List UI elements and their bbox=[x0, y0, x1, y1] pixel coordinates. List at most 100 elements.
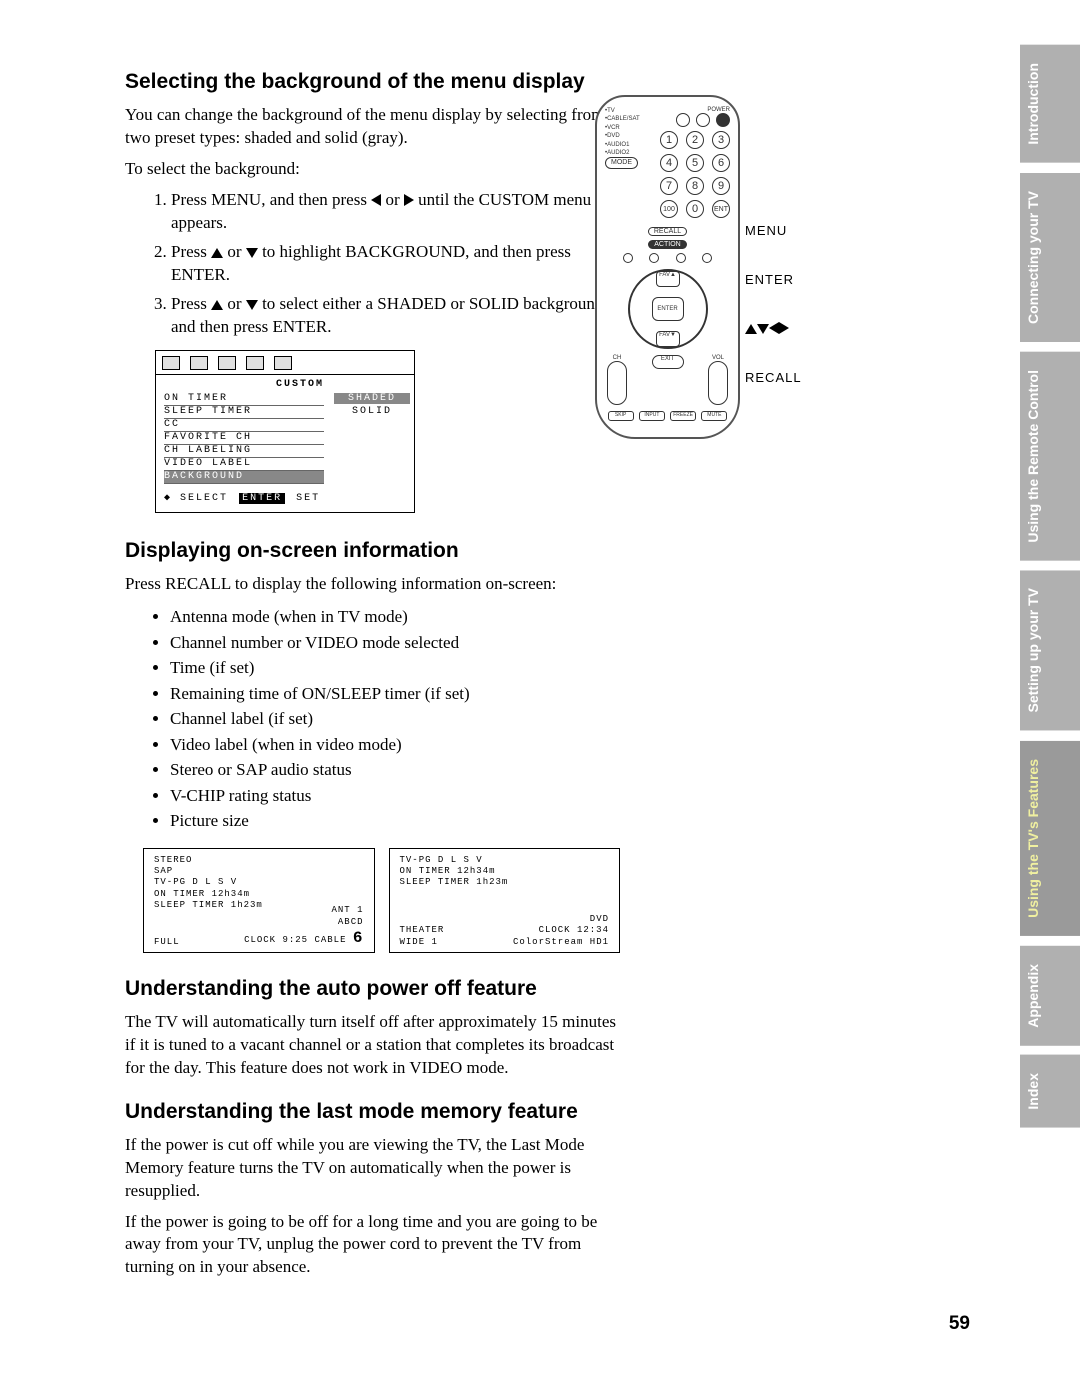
info-bullet: V-CHIP rating status bbox=[170, 783, 620, 809]
vol-rocker-icon bbox=[708, 361, 728, 405]
light-button-icon bbox=[676, 113, 690, 127]
osd-title: CUSTOM bbox=[164, 379, 324, 390]
info-bullet: Picture size bbox=[170, 808, 620, 834]
arrow-right-icon bbox=[779, 322, 789, 334]
osd-option: SHADED bbox=[334, 393, 410, 404]
small-btn-icon bbox=[649, 253, 659, 263]
osd-tab-icon bbox=[246, 356, 264, 370]
digit-8: 8 bbox=[686, 177, 704, 195]
arrow-down-icon bbox=[246, 300, 258, 310]
osd-item: ON TIMER bbox=[164, 393, 324, 406]
ch-rocker-icon bbox=[607, 361, 627, 405]
arrow-left-icon bbox=[769, 322, 779, 334]
info-screen-tv: STEREO SAP TV-PG D L S V ON TIMER 12h34m… bbox=[143, 848, 375, 953]
info-bullet: Video label (when in video mode) bbox=[170, 732, 620, 758]
fav-down: FAV▼ bbox=[656, 331, 680, 347]
remote-illustration: •TV •CABLE/SAT •VCR •DVD •AUDIO1 •AUDIO2… bbox=[595, 95, 835, 439]
tab-remote: Using the Remote Control bbox=[1020, 352, 1080, 561]
info-bullet: Stereo or SAP audio status bbox=[170, 757, 620, 783]
page-number: 59 bbox=[949, 1313, 970, 1335]
heading-autopower: Understanding the auto power off feature bbox=[125, 977, 620, 1001]
sleep-button-icon bbox=[696, 113, 710, 127]
osd-item-selected: BACKGROUND bbox=[164, 471, 324, 484]
section-onscreen-info: Displaying on-screen information Press R… bbox=[125, 539, 620, 952]
osd-option: SOLID bbox=[334, 406, 410, 417]
small-btn-icon bbox=[702, 253, 712, 263]
digit-0: 0 bbox=[686, 200, 704, 218]
tab-index: Index bbox=[1020, 1055, 1080, 1128]
osd-enter-badge: ENTER bbox=[239, 493, 285, 504]
lastmode-p1: If the power is cut off while you are vi… bbox=[125, 1134, 620, 1203]
power-button-icon bbox=[716, 113, 730, 127]
info-lead: Press RECALL to display the following in… bbox=[125, 573, 620, 596]
tab-appendix: Appendix bbox=[1020, 946, 1080, 1046]
bg-step-1: Press MENU, and then press or until the … bbox=[171, 189, 620, 235]
osd-item: SLEEP TIMER bbox=[164, 406, 324, 419]
osd-tab-icon bbox=[218, 356, 236, 370]
digit-2: 2 bbox=[686, 131, 704, 149]
autopower-body: The TV will automatically turn itself of… bbox=[125, 1011, 620, 1080]
bg-step-2: Press or to highlight BACKGROUND, and th… bbox=[171, 241, 620, 287]
callout-recall: RECALL bbox=[745, 370, 802, 385]
heading-info: Displaying on-screen information bbox=[125, 539, 620, 563]
osd-tab-icon bbox=[274, 356, 292, 370]
osd-tab-icon bbox=[162, 356, 180, 370]
callout-menu: MENU bbox=[745, 223, 802, 238]
remote-sources: •TV •CABLE/SAT •VCR •DVD •AUDIO1 •AUDIO2… bbox=[605, 107, 640, 223]
tab-introduction: Introduction bbox=[1020, 45, 1080, 163]
remote-callouts: MENU ENTER RECALL bbox=[745, 223, 802, 385]
info-screen-video: TV-PG D L S V ON TIMER 12h34m SLEEP TIME… bbox=[389, 848, 621, 953]
digit-9: 9 bbox=[712, 177, 730, 195]
info-bullet: Channel number or VIDEO mode selected bbox=[170, 630, 620, 656]
digit-5: 5 bbox=[686, 154, 704, 172]
digit-7: 7 bbox=[660, 177, 678, 195]
nav-pad: FAV▲ ENTER FAV▼ bbox=[628, 269, 708, 349]
info-bullet: Remaining time of ON/SLEEP timer (if set… bbox=[170, 681, 620, 707]
digit-6: 6 bbox=[712, 154, 730, 172]
mode-button: MODE bbox=[605, 157, 638, 169]
section-auto-power-off: Understanding the auto power off feature… bbox=[125, 977, 620, 1080]
arrow-left-icon bbox=[371, 194, 381, 206]
osd-custom-menu: CUSTOM ON TIMER SLEEP TIMER CC FAVORITE … bbox=[155, 350, 415, 513]
digit-3: 3 bbox=[712, 131, 730, 149]
small-btn-icon bbox=[676, 253, 686, 263]
tab-features: Using the TV's Features bbox=[1020, 741, 1080, 936]
osd-item: FAVORITE CH bbox=[164, 432, 324, 445]
callout-arrows bbox=[745, 321, 802, 336]
bg-intro: You can change the background of the men… bbox=[125, 104, 620, 150]
digit-100: 100 bbox=[660, 200, 678, 218]
side-tabs: Introduction Connecting your TV Using th… bbox=[1020, 45, 1080, 1128]
lastmode-p2: If the power is going to be off for a lo… bbox=[125, 1211, 620, 1280]
arrow-down-icon bbox=[757, 324, 769, 334]
fav-up: FAV▲ bbox=[656, 271, 680, 287]
section-background: Selecting the background of the menu dis… bbox=[125, 70, 620, 513]
callout-enter: ENTER bbox=[745, 272, 802, 287]
arrow-down-icon bbox=[246, 248, 258, 258]
recall-button: RECALL bbox=[648, 227, 687, 236]
bg-step-3: Press or to select either a SHADED or SO… bbox=[171, 293, 620, 339]
osd-footer: ◆ SELECT ENTER SET bbox=[156, 486, 414, 512]
digit-4: 4 bbox=[660, 154, 678, 172]
section-last-mode: Understanding the last mode memory featu… bbox=[125, 1100, 620, 1280]
osd-tab-icons bbox=[156, 351, 414, 375]
osd-item: CC bbox=[164, 419, 324, 432]
arrow-right-icon bbox=[404, 194, 414, 206]
arrow-up-icon bbox=[745, 324, 757, 334]
ent-button: ENT bbox=[712, 200, 730, 218]
action-button: ACTION bbox=[648, 240, 686, 249]
arrow-up-icon bbox=[211, 300, 223, 310]
arrow-up-icon bbox=[211, 248, 223, 258]
enter-button: ENTER bbox=[652, 297, 684, 321]
small-buttons-row bbox=[615, 253, 720, 263]
tab-setting-up: Setting up your TV bbox=[1020, 570, 1080, 730]
small-btn-icon bbox=[623, 253, 633, 263]
osd-tab-icon bbox=[190, 356, 208, 370]
info-bullet: Channel label (if set) bbox=[170, 706, 620, 732]
osd-item: VIDEO LABEL bbox=[164, 458, 324, 471]
info-bullets: Antenna mode (when in TV mode) Channel n… bbox=[125, 604, 620, 834]
info-bullet: Time (if set) bbox=[170, 655, 620, 681]
heading-lastmode: Understanding the last mode memory featu… bbox=[125, 1100, 620, 1124]
osd-item: CH LABELING bbox=[164, 445, 324, 458]
bottom-buttons: SKIP INPUT FREEZE MUTE bbox=[605, 411, 730, 421]
info-screens: STEREO SAP TV-PG D L S V ON TIMER 12h34m… bbox=[143, 848, 620, 953]
